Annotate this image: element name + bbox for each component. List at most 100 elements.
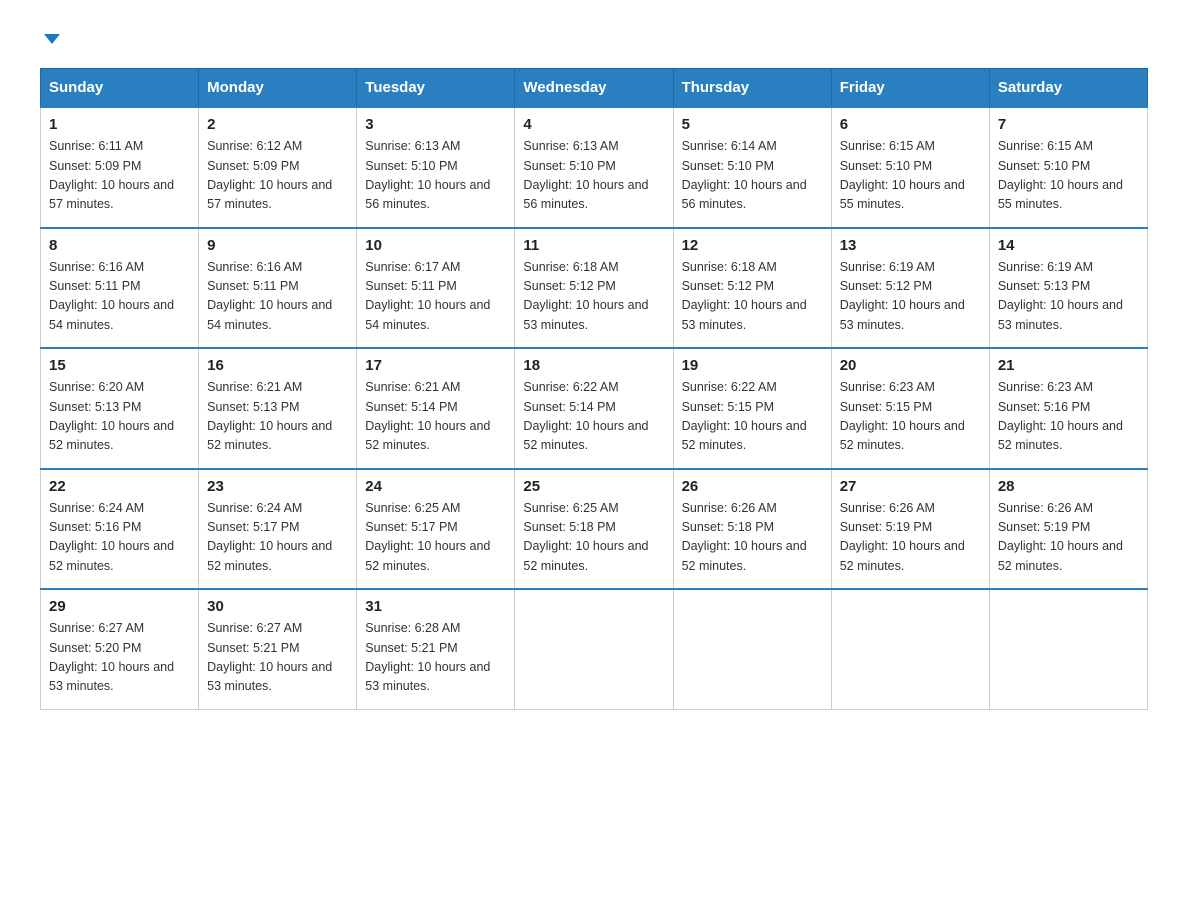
day-number: 10 (365, 237, 506, 254)
calendar-cell: 26Sunrise: 6:26 AMSunset: 5:18 PMDayligh… (673, 469, 831, 590)
calendar-cell: 23Sunrise: 6:24 AMSunset: 5:17 PMDayligh… (199, 469, 357, 590)
calendar-header-tuesday: Tuesday (357, 69, 515, 108)
calendar-header-friday: Friday (831, 69, 989, 108)
calendar-cell: 12 Sunrise: 6:18 AMSunset: 5:12 PMDayligh… (673, 228, 831, 349)
day-info: Sunrise: 6:18 AMSunset: 5:12 PMDaylight:… (682, 258, 823, 336)
day-info: Sunrise: 6:12 AMSunset: 5:09 PMDaylight:… (207, 137, 348, 215)
day-number: 1 (49, 116, 190, 133)
day-info: Sunrise: 6:24 AMSunset: 5:17 PMDaylight:… (207, 499, 348, 577)
day-number: 12 (682, 237, 823, 254)
day-info: Sunrise: 6:19 AMSunset: 5:13 PMDaylight:… (998, 258, 1139, 336)
day-info: Sunrise: 6:15 AMSunset: 5:10 PMDaylight:… (998, 137, 1139, 215)
calendar-cell: 20 Sunrise: 6:23 AMSunset: 5:15 PMDayligh… (831, 348, 989, 469)
day-info: Sunrise: 6:13 AMSunset: 5:10 PMDaylight:… (365, 137, 506, 215)
day-number: 18 (523, 357, 664, 374)
day-number: 17 (365, 357, 506, 374)
day-info: Sunrise: 6:23 AMSunset: 5:16 PMDaylight:… (998, 378, 1139, 456)
day-info: Sunrise: 6:22 AMSunset: 5:14 PMDaylight:… (523, 378, 664, 456)
calendar-cell: 6 Sunrise: 6:15 AMSunset: 5:10 PMDaylight… (831, 107, 989, 228)
calendar-table: SundayMondayTuesdayWednesdayThursdayFrid… (40, 68, 1148, 710)
day-info: Sunrise: 6:17 AMSunset: 5:11 PMDaylight:… (365, 258, 506, 336)
day-number: 29 (49, 598, 190, 615)
calendar-header-saturday: Saturday (989, 69, 1147, 108)
calendar-cell: 1 Sunrise: 6:11 AMSunset: 5:09 PMDaylight… (41, 107, 199, 228)
day-number: 20 (840, 357, 981, 374)
calendar-cell (831, 589, 989, 709)
day-number: 9 (207, 237, 348, 254)
calendar-cell: 25 Sunrise: 6:25 AMSunset: 5:18 PMDayligh… (515, 469, 673, 590)
day-number: 6 (840, 116, 981, 133)
day-info: Sunrise: 6:15 AMSunset: 5:10 PMDaylight:… (840, 137, 981, 215)
calendar-cell: 3Sunrise: 6:13 AMSunset: 5:10 PMDaylight… (357, 107, 515, 228)
day-info: Sunrise: 6:20 AMSunset: 5:13 PMDaylight:… (49, 378, 190, 456)
day-info: Sunrise: 6:11 AMSunset: 5:09 PMDaylight:… (49, 137, 190, 215)
calendar-cell: 29 Sunrise: 6:27 AMSunset: 5:20 PMDayligh… (41, 589, 199, 709)
day-number: 13 (840, 237, 981, 254)
calendar-cell: 14 Sunrise: 6:19 AMSunset: 5:13 PMDayligh… (989, 228, 1147, 349)
calendar-cell: 21 Sunrise: 6:23 AMSunset: 5:16 PMDayligh… (989, 348, 1147, 469)
calendar-cell: 19 Sunrise: 6:22 AMSunset: 5:15 PMDayligh… (673, 348, 831, 469)
calendar-cell: 27 Sunrise: 6:26 AMSunset: 5:19 PMDayligh… (831, 469, 989, 590)
day-info: Sunrise: 6:26 AMSunset: 5:19 PMDaylight:… (998, 499, 1139, 577)
day-number: 24 (365, 478, 506, 495)
calendar-cell: 31 Sunrise: 6:28 AMSunset: 5:21 PMDayligh… (357, 589, 515, 709)
day-number: 27 (840, 478, 981, 495)
day-number: 16 (207, 357, 348, 374)
calendar-header-thursday: Thursday (673, 69, 831, 108)
day-number: 19 (682, 357, 823, 374)
day-number: 31 (365, 598, 506, 615)
day-number: 30 (207, 598, 348, 615)
calendar-cell: 28 Sunrise: 6:26 AMSunset: 5:19 PMDayligh… (989, 469, 1147, 590)
day-number: 11 (523, 237, 664, 254)
calendar-cell: 15 Sunrise: 6:20 AMSunset: 5:13 PMDayligh… (41, 348, 199, 469)
calendar-cell (515, 589, 673, 709)
day-info: Sunrise: 6:25 AMSunset: 5:17 PMDaylight:… (365, 499, 506, 577)
day-number: 5 (682, 116, 823, 133)
calendar-header-sunday: Sunday (41, 69, 199, 108)
day-info: Sunrise: 6:18 AMSunset: 5:12 PMDaylight:… (523, 258, 664, 336)
day-info: Sunrise: 6:14 AMSunset: 5:10 PMDaylight:… (682, 137, 823, 215)
calendar-header-monday: Monday (199, 69, 357, 108)
day-number: 21 (998, 357, 1139, 374)
day-info: Sunrise: 6:13 AMSunset: 5:10 PMDaylight:… (523, 137, 664, 215)
calendar-cell: 2 Sunrise: 6:12 AMSunset: 5:09 PMDaylight… (199, 107, 357, 228)
day-info: Sunrise: 6:27 AMSunset: 5:20 PMDaylight:… (49, 619, 190, 697)
calendar-header-wednesday: Wednesday (515, 69, 673, 108)
day-info: Sunrise: 6:21 AMSunset: 5:13 PMDaylight:… (207, 378, 348, 456)
day-number: 7 (998, 116, 1139, 133)
day-info: Sunrise: 6:27 AMSunset: 5:21 PMDaylight:… (207, 619, 348, 697)
day-number: 22 (49, 478, 190, 495)
calendar-cell: 8 Sunrise: 6:16 AMSunset: 5:11 PMDaylight… (41, 228, 199, 349)
day-info: Sunrise: 6:21 AMSunset: 5:14 PMDaylight:… (365, 378, 506, 456)
day-info: Sunrise: 6:16 AMSunset: 5:11 PMDaylight:… (207, 258, 348, 336)
page-header (40, 30, 1148, 48)
day-info: Sunrise: 6:19 AMSunset: 5:12 PMDaylight:… (840, 258, 981, 336)
day-number: 2 (207, 116, 348, 133)
day-info: Sunrise: 6:16 AMSunset: 5:11 PMDaylight:… (49, 258, 190, 336)
day-info: Sunrise: 6:25 AMSunset: 5:18 PMDaylight:… (523, 499, 664, 577)
calendar-cell: 4Sunrise: 6:13 AMSunset: 5:10 PMDaylight… (515, 107, 673, 228)
calendar-cell: 24 Sunrise: 6:25 AMSunset: 5:17 PMDayligh… (357, 469, 515, 590)
calendar-cell: 5 Sunrise: 6:14 AMSunset: 5:10 PMDaylight… (673, 107, 831, 228)
calendar-cell: 7 Sunrise: 6:15 AMSunset: 5:10 PMDaylight… (989, 107, 1147, 228)
logo-arrow-icon (43, 30, 61, 48)
calendar-cell (989, 589, 1147, 709)
calendar-cell: 18 Sunrise: 6:22 AMSunset: 5:14 PMDayligh… (515, 348, 673, 469)
calendar-cell: 10 Sunrise: 6:17 AMSunset: 5:11 PMDayligh… (357, 228, 515, 349)
calendar-cell: 16 Sunrise: 6:21 AMSunset: 5:13 PMDayligh… (199, 348, 357, 469)
day-number: 25 (523, 478, 664, 495)
day-info: Sunrise: 6:23 AMSunset: 5:15 PMDaylight:… (840, 378, 981, 456)
calendar-cell: 30 Sunrise: 6:27 AMSunset: 5:21 PMDayligh… (199, 589, 357, 709)
day-number: 28 (998, 478, 1139, 495)
day-number: 14 (998, 237, 1139, 254)
day-info: Sunrise: 6:22 AMSunset: 5:15 PMDaylight:… (682, 378, 823, 456)
calendar-cell: 13 Sunrise: 6:19 AMSunset: 5:12 PMDayligh… (831, 228, 989, 349)
calendar-cell: 11 Sunrise: 6:18 AMSunset: 5:12 PMDayligh… (515, 228, 673, 349)
day-number: 8 (49, 237, 190, 254)
day-info: Sunrise: 6:26 AMSunset: 5:18 PMDaylight:… (682, 499, 823, 577)
calendar-cell (673, 589, 831, 709)
day-info: Sunrise: 6:26 AMSunset: 5:19 PMDaylight:… (840, 499, 981, 577)
day-info: Sunrise: 6:28 AMSunset: 5:21 PMDaylight:… (365, 619, 506, 697)
day-number: 15 (49, 357, 190, 374)
calendar-cell: 22Sunrise: 6:24 AMSunset: 5:16 PMDayligh… (41, 469, 199, 590)
